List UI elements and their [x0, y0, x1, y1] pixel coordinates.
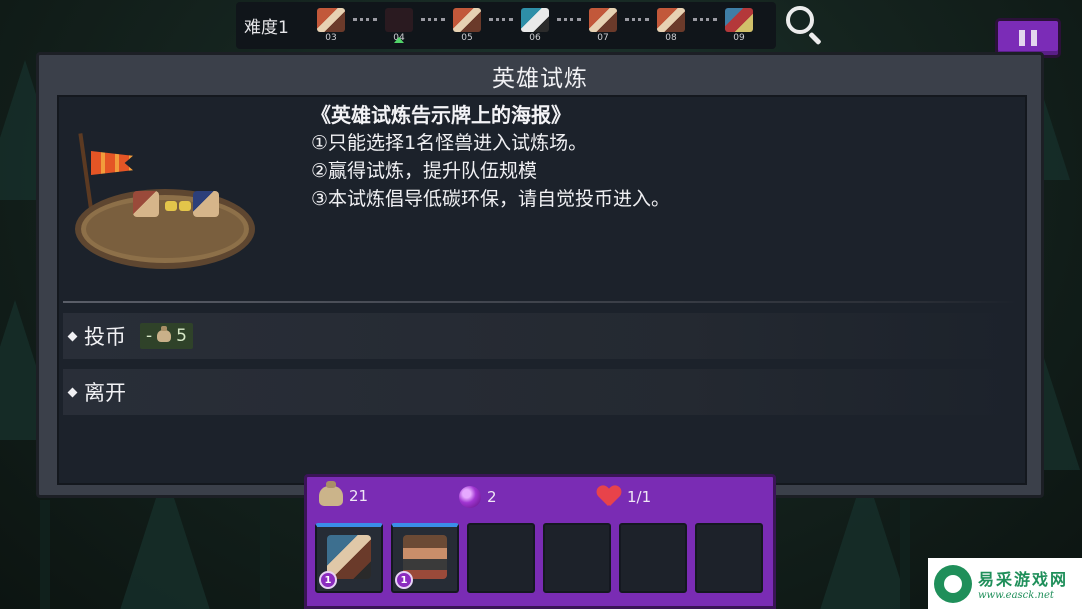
- party-slot-4[interactable]: [543, 523, 611, 593]
- stage-09[interactable]: 09: [718, 4, 760, 48]
- heart-icon: [597, 486, 621, 508]
- monster-group-icon: [589, 7, 617, 32]
- pause-icon: [1019, 30, 1025, 46]
- site-logo-icon: [934, 564, 972, 603]
- option-label: 离开: [84, 381, 126, 405]
- gold-bag-icon: [319, 481, 343, 506]
- party-slot-5[interactable]: [619, 523, 687, 593]
- poster-title: 《英雄试炼告示牌上的海报》: [311, 103, 571, 127]
- level-badge: 1: [395, 571, 413, 589]
- watermark-name: 易采游戏网: [978, 570, 1069, 589]
- diamond-bullet-icon: [67, 387, 78, 397]
- coin-icon: [165, 201, 177, 211]
- stage-06[interactable]: 06: [514, 4, 556, 48]
- stage-08[interactable]: 08: [650, 4, 692, 48]
- poster-text: 《英雄试炼告示牌上的海报》 ①只能选择1名怪兽进入试炼场。 ②赢得试炼，提升队伍…: [311, 101, 1001, 213]
- event-panel: 英雄试炼 《英雄试炼告示牌上的海报》 ①只能选择1名怪兽进入试炼场。 ②赢得试炼…: [36, 52, 1044, 498]
- event-content: 《英雄试炼告示牌上的海报》 ①只能选择1名怪兽进入试炼场。 ②赢得试炼，提升队伍…: [57, 95, 1027, 485]
- option-leave[interactable]: 离开: [63, 369, 1018, 415]
- party-bar: 21 2 1/1 1 1: [304, 474, 776, 609]
- level-badge: 1: [319, 571, 337, 589]
- arena-illustration: [73, 133, 263, 273]
- divider: [63, 301, 1018, 303]
- option-label: 投币: [84, 325, 126, 349]
- monster-group-icon: [453, 7, 481, 32]
- site-watermark: 易采游戏网 www.easck.net: [928, 558, 1082, 609]
- diamond-bullet-icon: [67, 331, 78, 341]
- fighter-sprite: [193, 191, 219, 217]
- boss-icon: [725, 7, 753, 32]
- hp-counter: 1/1: [597, 486, 651, 508]
- purple-gem-icon: [459, 486, 481, 508]
- flag-icon: [91, 151, 133, 175]
- fighter-sprite: [133, 191, 159, 217]
- gold-bag-icon: [157, 326, 172, 342]
- party-slot-6[interactable]: [695, 523, 763, 593]
- panel-title: 英雄试炼: [492, 66, 588, 92]
- event-icon: [521, 7, 549, 32]
- gem-counter: 2: [459, 486, 497, 508]
- poster-line: ③本试炼倡导低碳环保，请自觉投币进入。: [311, 188, 671, 210]
- stage-04-current[interactable]: 04: [378, 4, 420, 48]
- monster-group-icon: [317, 7, 345, 32]
- difficulty-label: 难度1: [244, 18, 289, 38]
- stage-03[interactable]: 03: [310, 4, 352, 48]
- party-slot-3[interactable]: [467, 523, 535, 593]
- gold-counter: 21: [319, 481, 368, 506]
- poster-line: ②赢得试炼，提升队伍规模: [311, 160, 538, 182]
- option-insert-coin[interactable]: 投币 - 5: [63, 313, 1018, 359]
- poster-line: ①只能选择1名怪兽进入试炼场。: [311, 132, 588, 154]
- party-slot-2[interactable]: 1: [391, 523, 459, 593]
- stage-progress-bar: 难度1 03 04 05 06 07 08 09: [236, 2, 776, 49]
- coin-icon: [179, 201, 191, 211]
- stage-07[interactable]: 07: [582, 4, 624, 48]
- monster-group-icon: [385, 7, 413, 32]
- current-stage-marker-icon: [394, 36, 404, 43]
- stage-05[interactable]: 05: [446, 4, 488, 48]
- party-slot-1[interactable]: 1: [315, 523, 383, 593]
- watermark-url: www.easck.net: [978, 590, 1054, 601]
- party-slots: 1 1: [315, 523, 763, 593]
- search-button[interactable]: [784, 4, 824, 46]
- cost-badge: - 5: [140, 323, 193, 349]
- monster-group-icon: [657, 7, 685, 32]
